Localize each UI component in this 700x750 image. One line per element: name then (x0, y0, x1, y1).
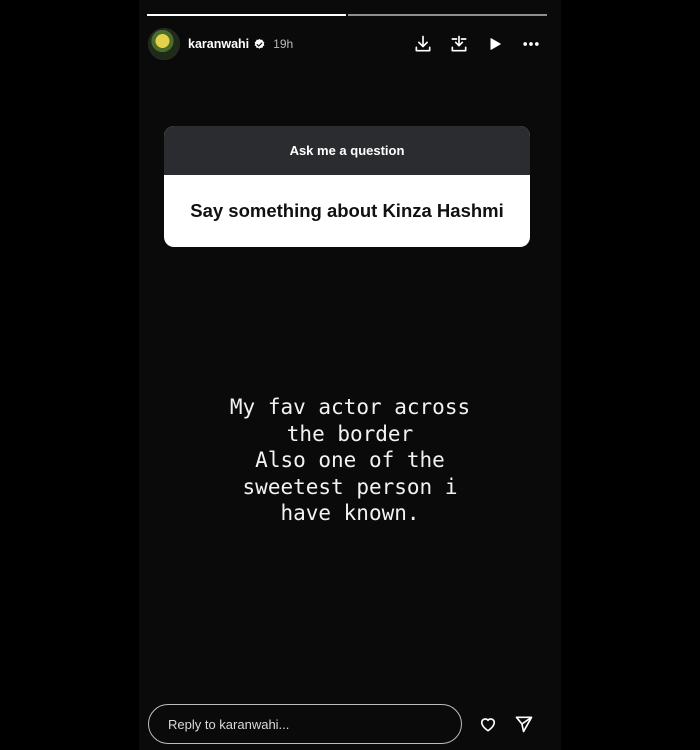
story-footer: Reply to karanwahi... (148, 703, 547, 745)
reply-placeholder: Reply to karanwahi... (168, 716, 290, 732)
story-viewer: karanwahi 19h Ask me a question Say some… (139, 0, 561, 750)
question-sticker-title: Ask me a question (164, 126, 530, 175)
more-icon[interactable] (521, 34, 541, 54)
story-progress-bar (147, 14, 547, 16)
question-sticker[interactable]: Ask me a question Say something about Ki… (164, 126, 530, 247)
page: karanwahi 19h Ask me a question Say some… (0, 0, 700, 750)
download-icon[interactable] (413, 34, 433, 54)
post-time: 19h (273, 37, 294, 51)
header-actions (413, 34, 547, 54)
progress-segment-current (147, 14, 346, 16)
story-header: karanwahi 19h (148, 28, 547, 60)
heart-icon[interactable] (478, 714, 498, 734)
footer-actions (478, 714, 534, 734)
verified-badge-icon (253, 38, 266, 51)
question-text: Say something about Kinza Hashmi (190, 200, 504, 221)
play-icon[interactable] (485, 34, 505, 54)
answer-text: My fav actor across the border Also one … (229, 395, 471, 525)
reply-input[interactable]: Reply to karanwahi... (148, 704, 462, 744)
username[interactable]: karanwahi (188, 37, 249, 51)
send-icon[interactable] (514, 714, 534, 734)
progress-segment-next (348, 14, 547, 16)
avatar[interactable] (148, 28, 180, 60)
download-stack-icon[interactable] (449, 34, 469, 54)
